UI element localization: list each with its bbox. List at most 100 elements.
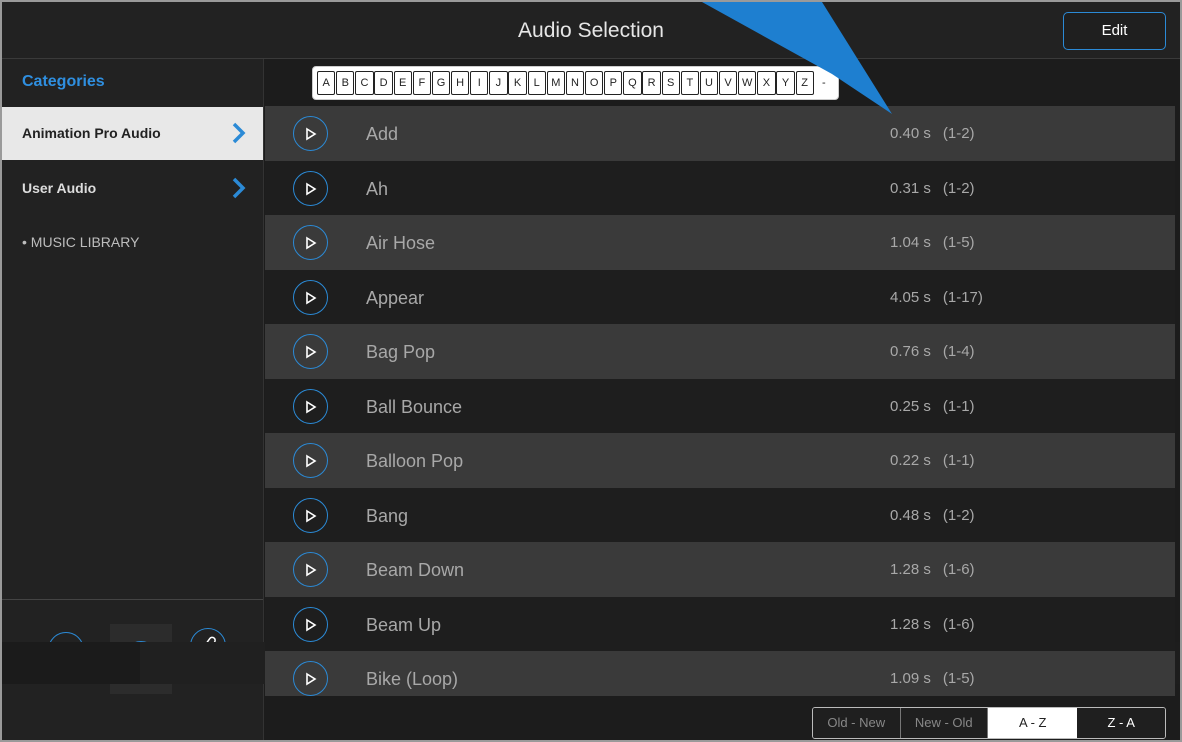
app-window: Audio Selection Edit Categories Animatio… <box>0 0 1182 742</box>
play-button[interactable] <box>293 497 328 533</box>
alphabet-letter[interactable]: D <box>374 71 393 95</box>
alphabet-letter[interactable]: J <box>489 71 508 95</box>
sound-row[interactable]: Bang 0.48 s (1-2) <box>265 487 1175 543</box>
alphabet-letter[interactable]: P <box>604 71 623 95</box>
play-icon <box>306 127 317 141</box>
sound-duration-group: 0.40 s (1-2) <box>890 125 975 142</box>
alphabet-letter[interactable]: Q <box>623 71 642 95</box>
play-button[interactable] <box>293 606 328 642</box>
play-button[interactable] <box>293 170 328 206</box>
sound-duration: 1.04 s <box>890 234 931 251</box>
sound-name: Ball Bounce <box>366 396 463 417</box>
sound-duration-group: 0.48 s (1-2) <box>890 507 975 524</box>
sort-option-new-old[interactable]: New - Old <box>900 708 988 738</box>
sound-name: Bag Pop <box>366 342 436 362</box>
play-button[interactable] <box>293 116 328 151</box>
play-button[interactable] <box>293 661 328 696</box>
play-icon <box>306 345 317 359</box>
sound-row[interactable]: Bag Pop 0.76 s (1-4) <box>265 324 1175 379</box>
sound-name: Bang <box>366 505 409 526</box>
play-icon <box>306 236 317 250</box>
alphabet-letter[interactable]: F <box>412 71 431 95</box>
sound-duration-group: 1.28 s (1-6) <box>890 616 975 633</box>
sound-range: (1-6) <box>942 615 975 633</box>
sound-range: (1-2) <box>942 179 975 197</box>
alphabet-letter[interactable]: L <box>527 71 546 95</box>
sidebar-item-label: User Audio <box>22 180 97 196</box>
sound-range: (1-2) <box>942 506 975 524</box>
sound-list: Add 0.40 s (1-2) Ah 0.31 s (1-2) Air Hose 1.04 … <box>265 106 1175 696</box>
sound-duration-group: 4.05 s (1-17) <box>890 289 983 306</box>
sound-duration-group: 0.25 s (1-1) <box>890 398 975 415</box>
play-button[interactable] <box>293 279 328 315</box>
play-button[interactable] <box>293 225 328 260</box>
alphabet-letter[interactable]: M <box>546 71 565 95</box>
sound-row[interactable]: Balloon Pop 0.22 s (1-1) <box>265 433 1175 488</box>
play-icon <box>306 454 317 468</box>
sound-range: (1-5) <box>942 234 975 251</box>
sound-range: (1-1) <box>942 452 975 469</box>
sound-row[interactable]: Ah 0.31 s (1-2) <box>265 160 1175 216</box>
alphabet-letter[interactable]: H <box>450 71 470 95</box>
alphabet-letter[interactable]: B <box>336 71 355 95</box>
sound-duration: 0.25 s <box>890 397 931 415</box>
sound-name: Ah <box>366 178 389 199</box>
sort-control: Old - New New - Old A - Z Z - A <box>812 707 1166 739</box>
sound-duration-group: 0.76 s (1-4) <box>890 343 975 360</box>
alphabet-letter[interactable]: E <box>393 71 412 95</box>
sound-range: (1-5) <box>942 670 975 687</box>
chevron-right-icon <box>232 122 246 144</box>
sidebar-item-label: • MUSIC LIBRARY <box>22 234 140 250</box>
alphabet-letter[interactable]: O <box>584 71 604 95</box>
sound-name: Balloon Pop <box>366 451 464 471</box>
sound-range: (1-2) <box>942 125 975 142</box>
sort-option-z-a[interactable]: Z - A <box>1077 708 1165 738</box>
sound-row[interactable]: Ball Bounce 0.25 s (1-1) <box>265 378 1175 434</box>
chevron-right-icon <box>232 177 246 199</box>
alphabet-letter[interactable]: G <box>431 71 451 95</box>
sound-row[interactable]: Appear 4.05 s (1-17) <box>265 269 1175 325</box>
play-button[interactable] <box>293 388 328 424</box>
play-button[interactable] <box>293 334 328 369</box>
play-icon <box>306 672 317 686</box>
sort-option-old-new[interactable]: Old - New <box>813 708 901 738</box>
edit-button[interactable]: Edit <box>1063 12 1166 50</box>
sound-row[interactable]: Air Hose 1.04 s (1-5) <box>265 215 1175 270</box>
alphabet-letter[interactable]: C <box>355 71 374 95</box>
alphabet-letter[interactable]: R <box>642 71 661 95</box>
alphabet-letter[interactable]: T <box>680 71 699 95</box>
play-icon <box>306 400 317 413</box>
sound-row[interactable]: Beam Up 1.28 s (1-6) <box>265 596 1175 652</box>
play-icon <box>306 618 317 631</box>
sound-range: (1-4) <box>942 343 975 360</box>
bottom-bar-mid <box>140 642 266 684</box>
alphabet-letter[interactable]: K <box>508 71 527 95</box>
sound-duration: 0.22 s <box>890 452 931 469</box>
sound-duration: 4.05 s <box>890 288 931 306</box>
alphabet-letter[interactable]: N <box>565 71 585 95</box>
play-button[interactable] <box>293 552 328 587</box>
sound-duration: 0.48 s <box>890 506 931 524</box>
sidebar-heading: Categories <box>22 73 105 90</box>
alphabet-letter[interactable]: S <box>661 71 680 95</box>
sidebar-item-animation-pro-audio[interactable]: Animation Pro Audio <box>2 107 263 160</box>
play-button[interactable] <box>293 443 328 478</box>
sidebar-item-music-library[interactable]: • MUSIC LIBRARY <box>2 217 263 270</box>
sound-range: (1-1) <box>942 397 975 415</box>
page-title: Audio Selection <box>518 19 664 42</box>
sidebar: Categories Animation Pro Audio User Audi… <box>2 59 264 740</box>
sound-duration-group: 1.04 s (1-5) <box>890 234 975 251</box>
play-icon <box>306 509 317 522</box>
sidebar-item-user-audio[interactable]: User Audio <box>2 162 263 215</box>
sound-name: Bike (Loop) <box>366 669 459 689</box>
sound-duration-group: 1.09 s (1-5) <box>890 670 975 687</box>
alphabet-letter[interactable]: A <box>317 71 336 95</box>
bottom-bar-left <box>2 642 140 684</box>
sound-name: Add <box>366 124 399 144</box>
sort-option-a-z[interactable]: A - Z <box>988 708 1078 738</box>
play-icon <box>306 291 317 304</box>
sound-row[interactable]: Beam Down 1.28 s (1-6) <box>265 542 1175 597</box>
sound-row[interactable]: Bike (Loop) 1.09 s (1-5) <box>265 651 1175 696</box>
sidebar-item-label: Animation Pro Audio <box>22 125 161 141</box>
alphabet-letter[interactable]: I <box>470 71 489 95</box>
